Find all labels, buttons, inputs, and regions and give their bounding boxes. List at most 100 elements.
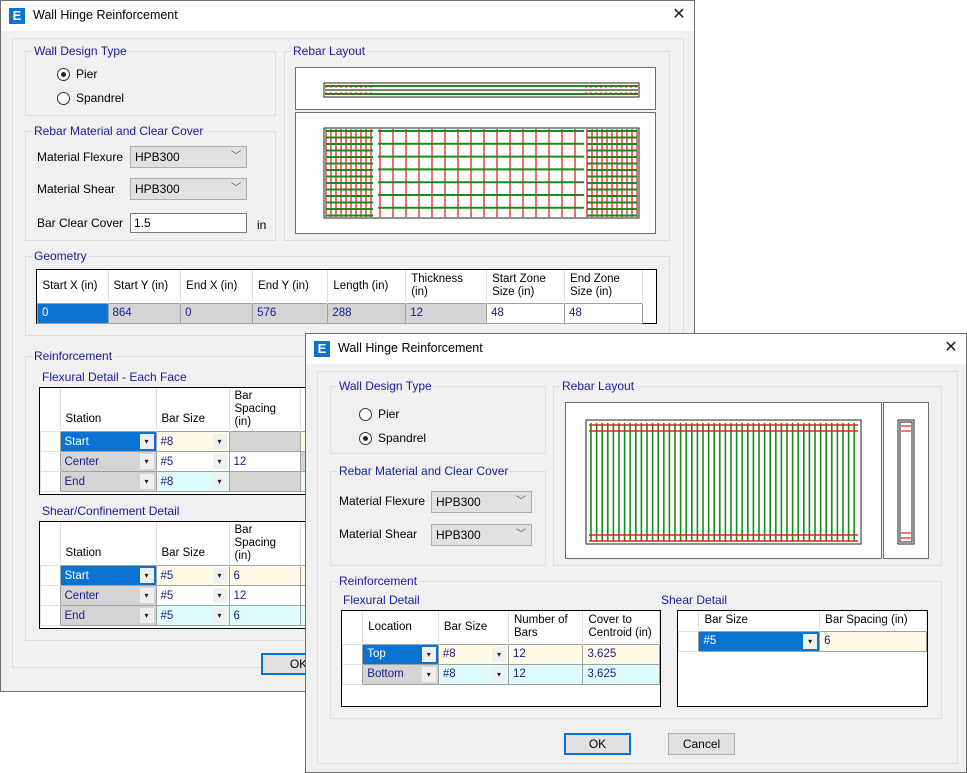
geometry-cell[interactable]: 288 [327,302,407,324]
station-cell[interactable]: Start ▾ [59,565,157,586]
bar-size-cell[interactable]: #5 ▾ [155,605,230,626]
dropdown-arrow-icon[interactable]: ▾ [491,666,506,682]
row-header[interactable] [40,585,61,606]
bar-size-cell[interactable]: #5 ▾ [155,585,230,606]
dropdown-arrow-icon[interactable]: ▾ [139,568,154,583]
bar-spacing-cell[interactable]: 12 [228,585,301,606]
geometry-cell[interactable]: 48 [564,302,643,324]
bar-spacing-cell[interactable]: 12 [228,451,301,472]
cell-value: 6 [233,609,240,622]
ok-button[interactable]: OK [564,733,631,755]
station-cell[interactable]: Center ▾ [59,585,157,606]
spandrel-outline [585,419,862,545]
dropdown-arrow-icon[interactable]: ▾ [212,568,227,583]
spandrel-radio[interactable]: Spandrel [57,91,124,105]
material-flexure-select[interactable]: HPB300 ﹀ [130,146,247,168]
row-header[interactable] [677,630,700,652]
dropdown-arrow-icon[interactable]: ▾ [139,608,154,623]
column-header: End Y (in) [252,270,329,303]
dropdown-arrow-icon[interactable]: ▾ [803,633,818,649]
number-of-bars-cell[interactable]: 12 [507,663,584,685]
dropdown-arrow-icon[interactable]: ▾ [421,666,436,682]
column-header: Bar Spacing (in) [229,522,301,566]
dropdown-arrow-icon[interactable]: ▾ [139,588,154,603]
geometry-cell[interactable]: 576 [252,302,329,324]
spandrel-dialog: E Wall Hinge Reinforcement ✕ Wall Design… [305,333,967,773]
dropdown-arrow-icon[interactable]: ▾ [212,454,227,469]
dropdown-arrow-icon[interactable]: ▾ [212,474,227,489]
bar-spacing-cell[interactable] [228,471,301,492]
dropdown-arrow-icon[interactable]: ▾ [421,646,436,662]
geometry-cell[interactable]: 48 [486,302,566,324]
pier-radio[interactable]: Pier [57,67,97,81]
bar-size-cell[interactable]: #5 ▾ [155,565,230,586]
geometry-cell[interactable]: 864 [107,302,182,324]
cell-value: #5 [160,609,174,622]
row-header[interactable] [40,431,61,452]
location-cell[interactable]: Top ▾ [362,643,439,665]
dropdown-arrow-icon[interactable]: ▾ [139,474,154,489]
cover-cell[interactable]: 3.625 [582,643,660,665]
dropdown-arrow-icon[interactable]: ▾ [139,434,154,449]
chevron-down-icon: ﹀ [516,496,526,507]
station-cell[interactable]: Center ▾ [59,451,157,472]
row-header[interactable] [40,451,61,472]
material-shear-select[interactable]: HPB300 ﹀ [130,178,247,200]
row-header[interactable] [40,565,61,586]
cover-cell[interactable]: 3.625 [582,663,660,685]
close-icon[interactable]: ✕ [939,337,963,359]
row-header[interactable] [40,605,61,626]
bar-spacing-cell[interactable]: 6 [819,630,927,652]
bar-size-cell[interactable]: #5 ▾ [698,630,821,652]
bar-spacing-cell[interactable]: 6 [228,565,301,586]
number-of-bars-cell[interactable]: 12 [507,643,584,665]
cell-value: 0 [42,307,49,319]
cell-value: 0 [185,307,192,319]
row-header-corner [40,388,61,432]
close-icon[interactable]: ✕ [667,4,691,26]
select-value: HPB300 [135,182,180,196]
station-cell[interactable]: End ▾ [59,471,157,492]
row-header[interactable] [341,663,364,685]
dropdown-arrow-icon[interactable]: ▾ [212,434,227,449]
bar-clear-cover-label: Bar Clear Cover [37,216,124,230]
row-header[interactable] [40,471,61,492]
bar-clear-cover-input[interactable]: 1.5 [130,213,247,233]
dropdown-arrow-icon[interactable]: ▾ [139,454,154,469]
flexural-detail-label: Flexural Detail - Each Face [42,370,187,384]
bar-spacing-cell[interactable] [228,431,301,452]
rebar-elevation-view [565,402,882,559]
dropdown-arrow-icon[interactable]: ▾ [212,608,227,623]
pier-radio[interactable]: Pier [359,407,399,421]
bar-size-cell[interactable]: #8 ▾ [437,663,509,685]
radio-label: Spandrel [378,431,427,445]
radio-selected-icon [57,67,70,81]
cell-value: #5 [703,635,717,647]
radio-label: Pier [76,67,98,81]
dropdown-arrow-icon[interactable]: ▾ [212,588,227,603]
cell-value: 48 [569,307,582,319]
geometry-cell[interactable]: 12 [405,302,488,324]
cancel-button[interactable]: Cancel [668,733,735,755]
geometry-cell[interactable]: 0 [37,302,109,324]
table-row: Top ▾ #8 ▾ 12 3.625 [341,643,660,665]
cell-value: 288 [332,307,352,319]
material-shear-select[interactable]: HPB300 ﹀ [431,524,532,546]
select-value: HPB300 [436,495,481,509]
dropdown-arrow-icon[interactable]: ▾ [491,646,506,662]
bar-size-cell[interactable]: #5 ▾ [155,451,230,472]
station-cell[interactable]: Start ▾ [59,431,157,452]
row-header[interactable] [341,643,364,665]
geometry-cell[interactable]: 0 [180,302,254,324]
location-cell[interactable]: Bottom ▾ [362,663,439,685]
cell-value: 12 [233,455,247,468]
bar-size-cell[interactable]: #8 ▾ [437,643,509,665]
material-flexure-select[interactable]: HPB300 ﹀ [431,491,532,513]
spandrel-radio[interactable]: Spandrel [359,431,426,445]
bar-spacing-cell[interactable]: 6 [228,605,301,626]
column-header: Bar Size [156,522,230,566]
bar-size-cell[interactable]: #8 ▾ [155,431,230,452]
station-cell[interactable]: End ▾ [59,605,157,626]
bar-size-cell[interactable]: #8 ▾ [155,471,230,492]
radio-unselected-icon [57,91,70,105]
